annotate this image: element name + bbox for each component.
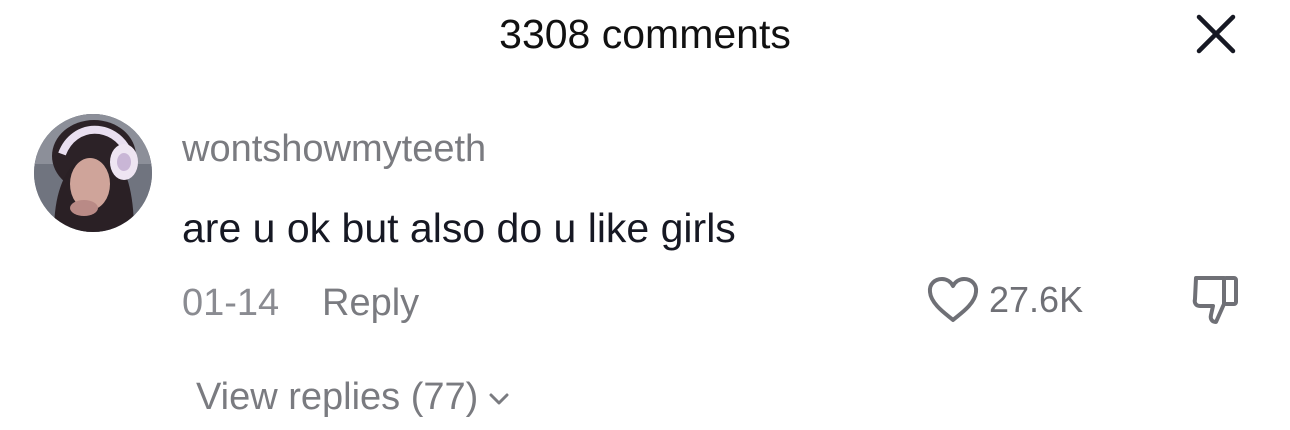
thumbs-down-icon <box>1192 276 1238 324</box>
dislike-button[interactable] <box>1186 270 1246 330</box>
comment-text: are u ok but also do u like girls <box>182 205 736 251</box>
comments-count-title: 3308 comments <box>499 11 791 57</box>
view-replies-button[interactable]: View replies (77) <box>196 374 510 420</box>
reply-button[interactable]: Reply <box>322 280 419 326</box>
close-button[interactable] <box>1190 8 1242 60</box>
close-icon <box>1196 14 1236 54</box>
like-count: 27.6K <box>989 279 1084 320</box>
comment-username[interactable]: wontshowmyteeth <box>182 126 486 172</box>
comment-date: 01-14 <box>182 282 280 324</box>
user-avatar[interactable] <box>34 114 152 232</box>
like-button[interactable]: 27.6K <box>925 272 1083 328</box>
heart-icon <box>927 277 979 322</box>
view-replies-label: View replies (77) <box>196 376 479 418</box>
chevron-down-icon <box>489 393 509 405</box>
